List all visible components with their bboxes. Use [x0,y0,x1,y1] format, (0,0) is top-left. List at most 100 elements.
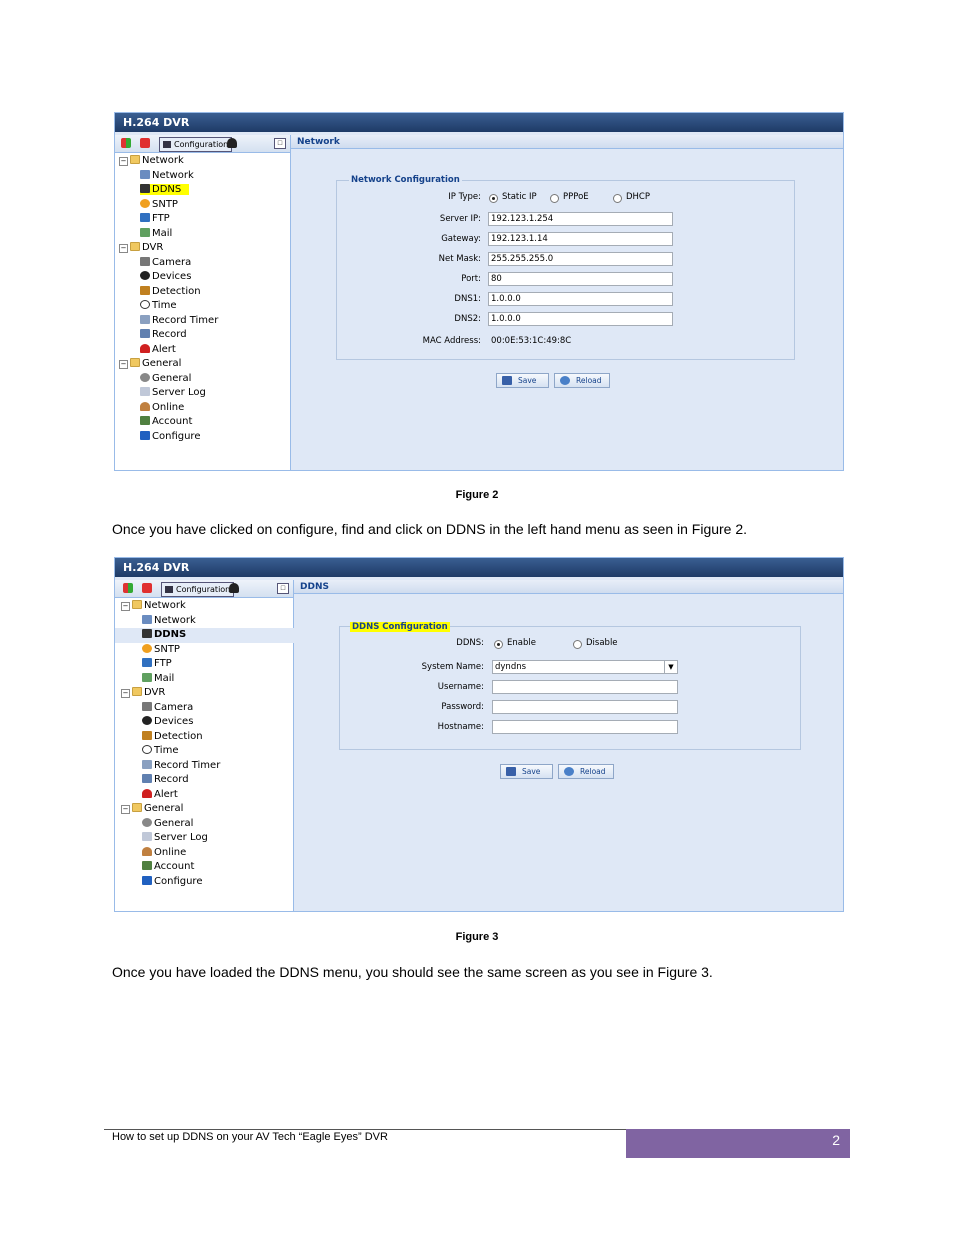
ddns-icon [140,184,150,193]
collapse-panel-icon[interactable]: □ [274,138,286,149]
record-icon[interactable] [140,138,150,148]
tree-item-sntp[interactable]: SNTP [121,643,294,658]
collapse-icon[interactable]: − [121,689,130,698]
sync-icon [142,643,152,653]
tree-item-ddns[interactable]: DDNS [119,183,218,198]
username-label: Username: [437,682,484,692]
configuration-button[interactable]: Configuration [159,137,233,152]
server-ip-label: Server IP: [439,214,481,224]
password-label: Password: [441,702,484,712]
radio-label-pppoe: PPPoE [563,192,589,202]
tree-item-time[interactable]: Time [119,299,218,314]
tree-item-general[interactable]: General [119,372,218,387]
tree-item-record[interactable]: Record [119,328,218,343]
tree-item-server-log[interactable]: Server Log [119,386,218,401]
tree-group-network[interactable]: − Network [121,599,294,614]
folder-icon [130,242,140,251]
radio-label-static-ip: Static IP [502,192,537,202]
radio-dhcp[interactable] [613,194,622,203]
radio-pppoe[interactable] [550,194,559,203]
app-title-bar: H.264 DVR [115,113,843,132]
hostname-input[interactable] [492,720,678,734]
tree-group-network[interactable]: − Network [119,154,218,169]
tree-item-online[interactable]: Online [121,846,294,861]
tree-item-ftp[interactable]: FTP [121,657,294,672]
tree-item-server-log[interactable]: Server Log [121,831,294,846]
folder-icon [132,803,142,812]
tree-item-camera[interactable]: Camera [121,701,294,716]
collapse-icon[interactable]: − [119,244,128,253]
figure-2-caption: Figure 2 [455,489,499,501]
toolbar: Configuration □ [115,580,293,598]
tree-item-ddns[interactable]: DDNS [115,628,294,643]
chevron-down-icon[interactable]: ▼ [664,661,677,673]
net-mask-input[interactable]: 255.255.255.0 [488,252,673,266]
devices-icon [142,716,152,725]
tree-item-camera[interactable]: Camera [119,256,218,271]
net-mask-label: Net Mask: [438,254,481,264]
tree-item-account[interactable]: Account [119,415,218,430]
tree-item-mail[interactable]: Mail [121,672,294,687]
left-navigation-pane: Configuration □ − Network Network DDNS SN… [115,135,291,470]
tree-item-configure[interactable]: Configure [121,875,294,890]
tree-item-general[interactable]: General [121,817,294,832]
tree-item-record-timer[interactable]: Record Timer [121,759,294,774]
grid-icon[interactable] [121,138,131,148]
dns2-input[interactable]: 1.0.0.0 [488,312,673,326]
collapse-icon[interactable]: − [121,805,130,814]
tree-group-dvr[interactable]: − DVR [121,686,294,701]
tree-item-network[interactable]: Network [119,169,218,184]
dome-camera-icon[interactable] [227,138,237,148]
password-input[interactable] [492,700,678,714]
tree-group-dvr[interactable]: − DVR [119,241,218,256]
tree-item-detection[interactable]: Detection [121,730,294,745]
tree-item-account[interactable]: Account [121,860,294,875]
tree-item-sntp[interactable]: SNTP [119,198,218,213]
save-button[interactable]: Save [500,764,553,779]
mail-icon [142,672,152,682]
tree-item-ftp[interactable]: FTP [119,212,218,227]
system-name-select[interactable]: dyndns ▼ [492,660,678,674]
navigation-tree: − Network Network DDNS SNTP FTP Mail − DVR… [119,154,218,444]
tree-item-mail[interactable]: Mail [119,227,218,242]
collapse-icon[interactable]: − [119,157,128,166]
footer-divider [104,1129,626,1130]
tree-item-devices[interactable]: Devices [119,270,218,285]
folder-icon [130,155,140,164]
tree-item-configure[interactable]: Configure [119,430,218,445]
tree-item-online[interactable]: Online [119,401,218,416]
floppy-disk-icon [506,767,516,776]
radio-static-ip[interactable] [489,194,498,203]
configure-icon [142,875,152,885]
configuration-button[interactable]: Configuration [161,582,235,597]
radio-disable[interactable] [573,640,582,649]
tree-item-record-timer[interactable]: Record Timer [119,314,218,329]
dome-camera-icon[interactable] [229,583,239,593]
floppy-disk-icon [502,376,512,385]
tree-group-general[interactable]: − General [121,802,294,817]
username-input[interactable] [492,680,678,694]
save-button[interactable]: Save [496,373,549,388]
grid-icon[interactable] [123,583,133,593]
tree-item-time[interactable]: Time [121,744,294,759]
tree-group-general[interactable]: − General [119,357,218,372]
dns1-input[interactable]: 1.0.0.0 [488,292,673,306]
timer-icon [142,759,152,769]
radio-enable[interactable] [494,640,503,649]
dns1-label: DNS1: [454,294,481,304]
collapse-panel-icon[interactable]: □ [277,583,289,594]
collapse-icon[interactable]: − [119,360,128,369]
collapse-icon[interactable]: − [121,602,130,611]
tree-item-alert[interactable]: Alert [119,343,218,358]
tree-item-record[interactable]: Record [121,773,294,788]
server-ip-input[interactable]: 192.123.1.254 [488,212,673,226]
tree-item-alert[interactable]: Alert [121,788,294,803]
gateway-input[interactable]: 192.123.1.14 [488,232,673,246]
tree-item-network[interactable]: Network [121,614,294,629]
tree-item-devices[interactable]: Devices [121,715,294,730]
reload-button[interactable]: Reload [558,764,614,779]
record-icon[interactable] [142,583,152,593]
tree-item-detection[interactable]: Detection [119,285,218,300]
reload-button[interactable]: Reload [554,373,610,388]
port-input[interactable]: 80 [488,272,673,286]
